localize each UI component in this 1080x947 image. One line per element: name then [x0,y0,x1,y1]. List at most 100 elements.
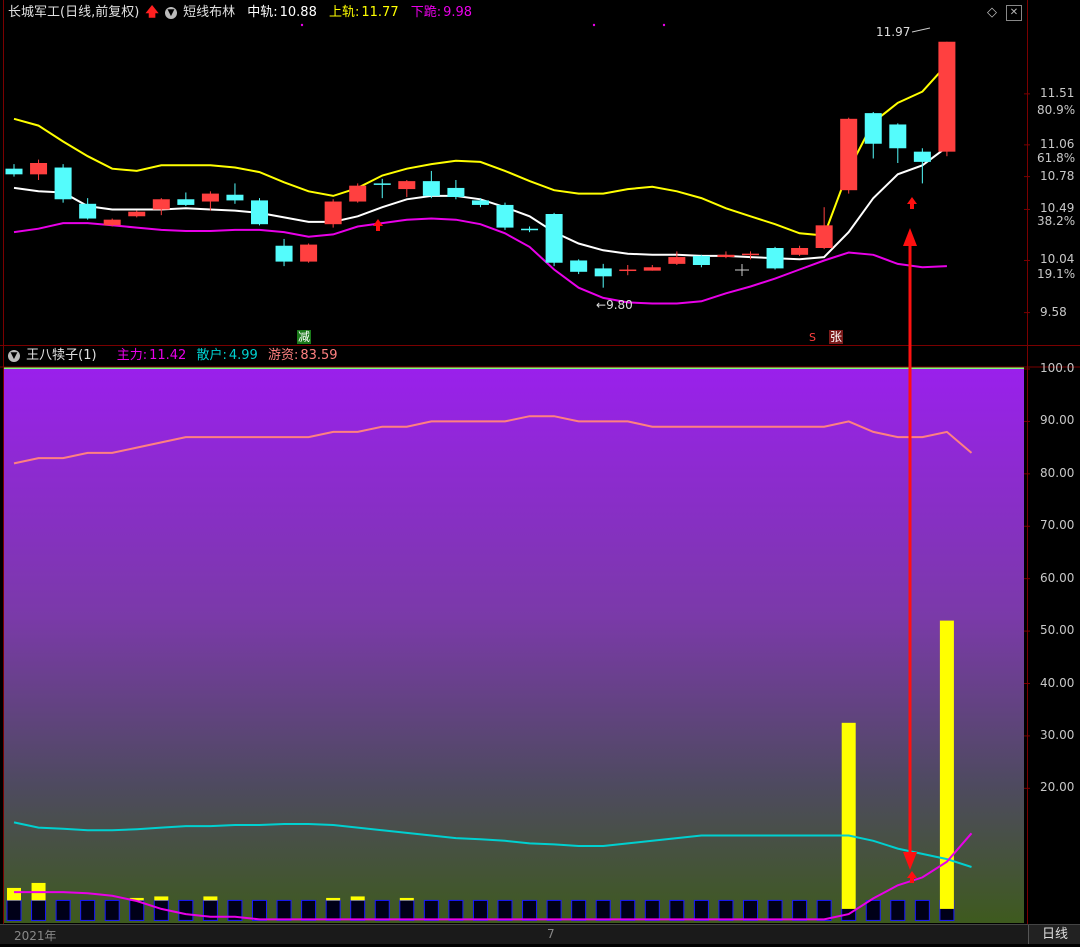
candle-body [128,211,146,217]
signal-rise: 张 [829,330,844,344]
upper-label: 上轨: [328,5,360,20]
candle-body [447,187,465,197]
period-button[interactable]: 日线 [1028,925,1080,944]
candle-body [251,200,268,225]
year-label: 2021年 [14,929,57,943]
diamond-icon[interactable]: ◇ [985,5,999,21]
volume-box [644,899,660,921]
chart-window: 长城军工(日线,前复权) 🡅 ▼ 短线布林 中轨: 10.88 上轨: 11.77 … [0,0,1080,944]
signal-reduce: 减 [297,330,312,344]
candle-body [889,124,907,149]
candle-body [692,255,710,265]
signal-dot [592,23,596,27]
volume-box [80,899,96,921]
mid-label: 中轨: [247,5,278,20]
volume-box [448,899,464,921]
month-label: 7 [547,927,555,941]
indicator-toggle-icon[interactable]: ▼ [164,6,177,19]
fib-pct-label: 80.9% [1037,102,1076,117]
indicator-name[interactable]: 短线布林 [183,5,235,20]
volume-box [792,899,808,921]
chart-canvas [0,0,1080,924]
sub-tick-label: 50.00 [1040,623,1075,638]
high-price-marker: 11.97 [876,25,911,39]
candle-body [300,244,318,262]
volume-box [767,899,783,921]
main-header: 长城军工(日线,前复权) 🡅 ▼ 短线布林 中轨: 10.88 上轨: 11.77 … [8,3,474,23]
candle-body [594,268,612,277]
small-yellow-bar [203,896,218,901]
low-price-value: 9.80 [606,298,633,312]
candle-body [471,200,489,205]
candle-body [79,203,97,219]
sub-tick-label: 90.00 [1040,413,1075,428]
signal-dot [300,23,304,27]
small-yellow-bar [326,897,341,901]
candle-body [913,151,931,162]
main-force-label: 主力: [116,348,148,363]
volume-box [914,899,930,921]
volume-box [693,899,709,921]
volume-box [718,899,734,921]
candle-body [545,214,563,263]
candle-body [226,194,244,201]
candle-body [275,245,293,262]
main-panel-bg [0,0,1080,345]
fib-pct-label: 61.8% [1037,151,1076,166]
volume-box [399,899,415,921]
sub-toggle-icon[interactable]: ▼ [8,349,20,362]
volume-box [6,899,22,921]
volume-box [178,899,194,921]
retail-value: 4.99 [228,348,258,363]
lower-label: 下跪: [410,5,442,20]
volume-box [497,899,513,921]
volume-box [374,899,390,921]
sub-tick-label: 100.0 [1040,361,1075,375]
candle-body [668,257,686,264]
up-arrow-icon: 🡅 [145,5,159,20]
volume-box [743,899,758,921]
candle-body [324,201,342,225]
small-yellow-bar [399,897,414,901]
sub-indicator-name[interactable]: 王八犊子(1) [26,348,96,363]
close-icon[interactable]: ✕ [1006,5,1022,21]
candle-body [373,183,391,185]
candle-body [864,113,882,144]
volume-box [595,899,611,921]
volume-box [669,899,685,921]
volume-box [620,899,636,921]
small-yellow-bar [7,887,21,901]
hot-money-value: 83.59 [300,348,338,363]
price-tick-label: 10.04 [1040,252,1075,267]
volume-box [571,899,587,921]
price-tick-label: 10.78 [1040,168,1075,183]
small-yellow-bar [350,896,365,901]
upper-value: 11.77 [361,5,399,20]
candle-body [717,254,735,258]
volume-box [865,899,881,921]
signal-s: S [809,331,816,344]
sub-tick-label: 30.00 [1040,727,1075,742]
volume-box [325,899,341,921]
volume-box [55,899,71,921]
time-axis-bar: 2021年 7 日线 [0,924,1080,944]
price-tick-label: 11.06 [1040,136,1075,151]
price-tick-label: 9.58 [1040,304,1067,319]
candle-body [619,269,637,272]
low-price-marker: ←9.80 [596,298,633,312]
retail-label: 散户: [196,348,227,363]
stock-title[interactable]: 长城军工(日线,前复权) [8,5,139,20]
candle-body [766,248,784,269]
volume-box [546,899,562,921]
volume-box [252,899,267,921]
sub-tick-label: 40.00 [1040,675,1075,690]
candle-body [152,199,170,210]
candle-body [643,267,661,271]
candle-body [791,248,809,255]
candle-body [103,219,121,226]
hot-money-label: 游资: [267,348,299,363]
mid-value: 10.88 [279,5,317,20]
volume-box [890,899,906,921]
volume-box [104,899,120,921]
volume-box [301,899,317,921]
